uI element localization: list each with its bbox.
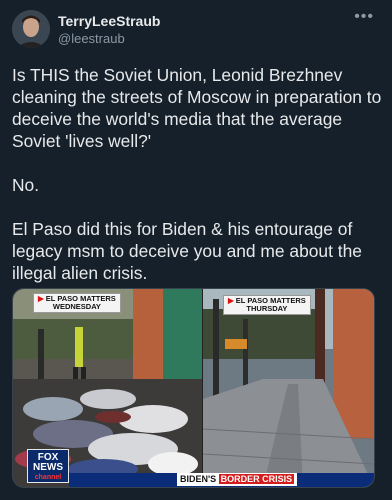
- news-chyron: BIDEN'S BORDER CRISIS: [177, 473, 298, 486]
- avatar[interactable]: [12, 10, 50, 48]
- location-tag-thursday: ▶ EL PASO MATTERS THURSDAY: [223, 295, 311, 315]
- marker-icon: ▶: [38, 294, 44, 303]
- marker-icon: ▶: [228, 296, 234, 305]
- avatar-image: [12, 10, 50, 48]
- logo-line-3: channel: [34, 474, 62, 481]
- location-tag-wednesday: ▶ EL PASO MATTERS WEDNESDAY: [33, 293, 121, 313]
- tweet-media[interactable]: ▶ EL PASO MATTERS WEDNESDAY ▶ EL PASO MATT…: [12, 288, 375, 488]
- logo-line-2: NEWS: [33, 462, 63, 473]
- chyron-highlight: BORDER CRISIS: [218, 474, 295, 484]
- fox-news-logo: FOX NEWS channel: [27, 449, 69, 483]
- clean-sidewalk-image: [203, 289, 374, 487]
- tag-day: THURSDAY: [246, 304, 288, 313]
- author-handle[interactable]: @leestraub: [58, 31, 125, 46]
- tag-day: WEDNESDAY: [52, 302, 101, 311]
- chyron-prefix: BIDEN'S: [180, 474, 217, 484]
- photo-thursday: ▶ EL PASO MATTERS THURSDAY: [203, 289, 374, 487]
- tweet-text: Is THIS the Soviet Union, Leonid Brezhne…: [12, 65, 382, 283]
- author-display-name[interactable]: TerryLeeStraub: [58, 13, 160, 29]
- more-options-icon[interactable]: •••: [354, 8, 374, 26]
